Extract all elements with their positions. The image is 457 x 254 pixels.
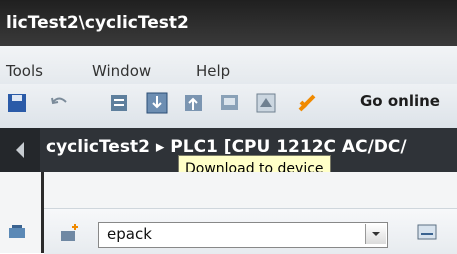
breadcrumb-path[interactable]: cyclicTest2 ▸ PLC1 [CPU 1212C AC/DC/ [46,137,407,157]
add-device-icon[interactable] [58,221,80,243]
simulation-icon[interactable] [219,92,241,114]
go-online-button[interactable]: Go online [360,92,440,110]
upload-from-device-icon[interactable] [183,92,205,114]
undo-icon[interactable] [48,92,70,114]
network-icon[interactable] [6,221,28,243]
compile-icon[interactable] [108,92,130,114]
menu-window[interactable]: Window [92,62,151,80]
save-icon[interactable] [6,92,28,114]
view-toggle-icon[interactable] [416,221,438,243]
download-to-device-icon[interactable] [146,92,168,114]
go-online-icon[interactable] [296,92,318,114]
window-title: licTest2\cyclicTest2 [6,13,189,33]
menu-help[interactable]: Help [196,62,230,80]
nav-back-button[interactable] [0,128,40,172]
combo-dropdown-button[interactable] [365,224,386,244]
chevron-down-icon [372,232,380,236]
title-bar: licTest2\cyclicTest2 [0,0,457,46]
device-filter-input[interactable]: epack [107,225,152,243]
menu-tools[interactable]: Tools [6,62,43,80]
device-filter-combo[interactable]: epack [98,222,388,248]
chevron-left-icon [16,142,24,158]
runtime-icon[interactable] [255,92,277,114]
